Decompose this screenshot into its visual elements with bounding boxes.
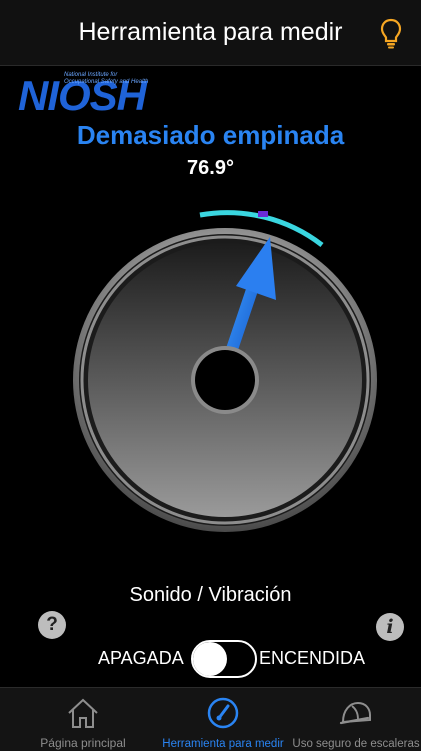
angle-dial	[73, 210, 377, 532]
sound-vibration-label: Sonido / Vibración	[129, 584, 292, 606]
sound-toggle[interactable]	[191, 640, 257, 678]
logo-subtitle-line1: National Institute for	[64, 72, 118, 78]
top-bar: Herramienta para medir	[0, 0, 421, 66]
page-title: Herramienta para medir	[78, 18, 343, 46]
niosh-logo: NIOSH National Institute for Occupationa…	[18, 72, 178, 118]
toggle-knob	[193, 642, 227, 676]
tab-measure[interactable]: Herramienta para medir	[155, 688, 291, 751]
info-button[interactable]: i	[376, 613, 404, 641]
tab-home[interactable]: Página principal	[28, 688, 138, 751]
tab-measure-label: Herramienta para medir	[162, 738, 284, 750]
sound-toggle-row: APAGADA ENCENDIDA	[0, 638, 421, 678]
home-icon	[68, 698, 98, 728]
logo-subtitle-line2: Occupational Safety and Health	[64, 79, 149, 85]
logo-subtitle: National Institute for Occupational Safe…	[64, 72, 148, 86]
help-button[interactable]: ?	[38, 611, 66, 639]
tab-ladder-label: Uso seguro de escaleras	[292, 738, 420, 750]
indicator-marker	[258, 211, 268, 217]
status-text: Demasiado empinada	[76, 120, 345, 150]
angle-readout: 76.9°	[187, 157, 234, 179]
tab-bar: Página principal Herramienta para medir …	[0, 687, 421, 751]
tab-ladder-safety[interactable]: Uso seguro de escaleras	[291, 688, 421, 751]
lightbulb-icon[interactable]	[379, 18, 403, 50]
toggle-off-label: APAGADA	[98, 648, 184, 668]
tab-home-label: Página principal	[40, 736, 126, 750]
toggle-on-label: ENCENDIDA	[259, 648, 366, 668]
gauge-icon	[207, 697, 239, 729]
hard-hat-icon	[339, 701, 371, 725]
